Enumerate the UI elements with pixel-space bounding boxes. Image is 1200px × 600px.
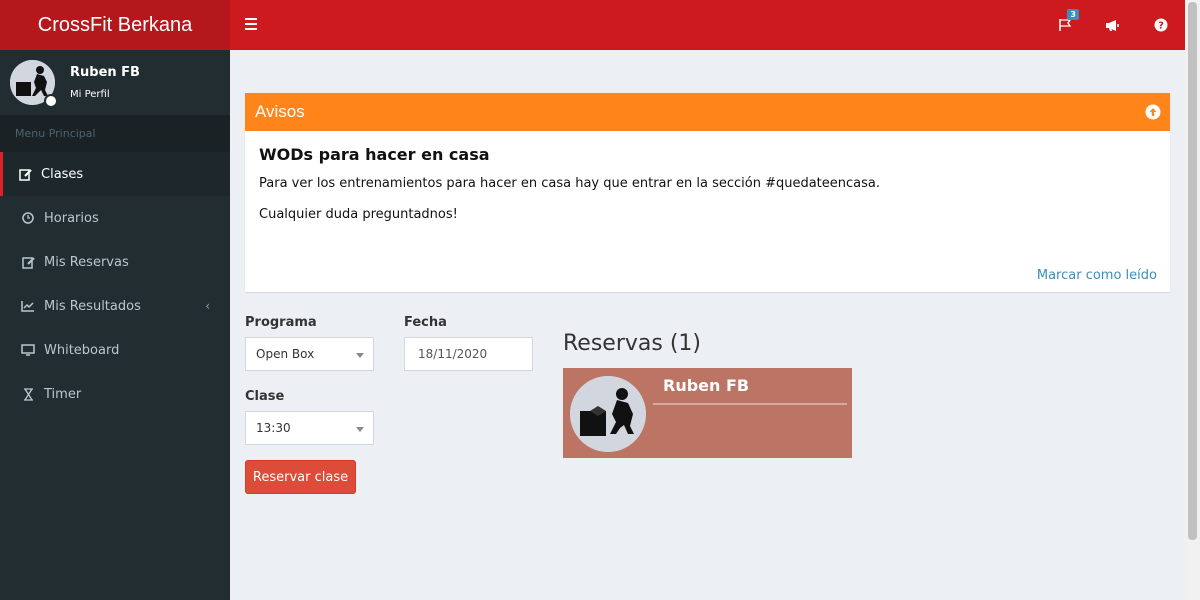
notifications-flag-icon[interactable]: 3 bbox=[1057, 9, 1079, 33]
user-name: Ruben FB bbox=[70, 65, 140, 80]
sidebar-item-horarios[interactable]: Horarios bbox=[0, 196, 230, 240]
caret-down-icon bbox=[356, 353, 364, 358]
profile-link[interactable]: Mi Perfil bbox=[70, 89, 140, 100]
clase-select[interactable]: 13:30 bbox=[245, 411, 374, 445]
notice-header: Avisos bbox=[245, 93, 1170, 131]
sidebar-item-label: Mis Reservas bbox=[44, 254, 129, 270]
line-chart-icon bbox=[21, 299, 35, 313]
notice-title: Avisos bbox=[255, 102, 305, 121]
monitor-icon bbox=[21, 343, 35, 357]
fecha-label: Fecha bbox=[404, 315, 447, 330]
scrollbar[interactable] bbox=[1185, 0, 1200, 600]
chevron-left-icon: ‹ bbox=[205, 299, 210, 313]
notice-heading: WODs para hacer en casa bbox=[259, 145, 490, 164]
sidebar: CrossFit Berkana Ruben FB Mi Perfil Menu… bbox=[0, 0, 230, 600]
fecha-value: 18/11/2020 bbox=[418, 347, 488, 361]
notice-text: Cualquier duda preguntadnos! bbox=[259, 207, 458, 222]
megaphone-icon[interactable] bbox=[1104, 17, 1120, 33]
main-content: Avisos WODs para hacer en casa Para ver … bbox=[230, 50, 1185, 600]
avatar bbox=[10, 60, 58, 108]
reservas-title: Reservas (1) bbox=[563, 331, 701, 356]
sidebar-item-label: Mis Resultados bbox=[44, 298, 141, 314]
status-dot-icon bbox=[44, 94, 58, 108]
sidebar-item-timer[interactable]: Timer bbox=[0, 372, 230, 416]
notice-box: Avisos WODs para hacer en casa Para ver … bbox=[245, 93, 1170, 292]
edit-icon bbox=[18, 167, 32, 181]
athlete-silhouette-icon bbox=[570, 376, 646, 452]
sidebar-item-mis-reservas[interactable]: Mis Reservas bbox=[0, 240, 230, 284]
menu-toggle-icon[interactable] bbox=[245, 18, 257, 30]
sidebar-item-label: Timer bbox=[44, 386, 82, 402]
reserva-card: Ruben FB bbox=[563, 368, 852, 458]
menu-header: Menu Principal bbox=[0, 115, 230, 152]
brand-logo[interactable]: CrossFit Berkana bbox=[0, 0, 230, 50]
hourglass-icon bbox=[21, 387, 35, 401]
sidebar-item-label: Clases bbox=[41, 166, 84, 182]
edit-icon bbox=[21, 255, 35, 269]
sidebar-item-label: Whiteboard bbox=[44, 342, 120, 358]
sidebar-item-mis-resultados[interactable]: Mis Resultados ‹ bbox=[0, 284, 230, 328]
user-panel: Ruben FB Mi Perfil bbox=[0, 50, 230, 115]
help-icon[interactable]: ? bbox=[1153, 17, 1169, 33]
notification-count-badge: 3 bbox=[1067, 9, 1079, 20]
mark-as-read-link[interactable]: Marcar como leído bbox=[1037, 268, 1157, 283]
fecha-input[interactable]: 18/11/2020 bbox=[404, 337, 533, 371]
reserva-name: Ruben FB bbox=[663, 376, 750, 395]
top-navbar: 3 ? bbox=[230, 0, 1185, 50]
notice-body: WODs para hacer en casa Para ver los ent… bbox=[245, 131, 1170, 252]
svg-text:?: ? bbox=[1158, 21, 1164, 32]
sidebar-item-whiteboard[interactable]: Whiteboard bbox=[0, 328, 230, 372]
divider bbox=[653, 403, 847, 405]
reservar-clase-button[interactable]: Reservar clase bbox=[245, 460, 356, 494]
programa-label: Programa bbox=[245, 315, 317, 330]
avatar bbox=[570, 376, 646, 452]
sidebar-item-clases[interactable]: Clases bbox=[0, 152, 230, 196]
sidebar-item-label: Horarios bbox=[44, 210, 99, 226]
clase-label: Clase bbox=[245, 389, 285, 404]
notice-text: Para ver los entrenamientos para hacer e… bbox=[259, 176, 880, 191]
caret-down-icon bbox=[356, 427, 364, 432]
scrollbar-thumb[interactable] bbox=[1188, 2, 1197, 540]
clase-value: 13:30 bbox=[256, 421, 291, 435]
collapse-arrow-up-icon[interactable] bbox=[1145, 104, 1161, 120]
programa-value: Open Box bbox=[256, 347, 315, 361]
programa-select[interactable]: Open Box bbox=[245, 337, 374, 371]
clock-icon bbox=[21, 211, 35, 225]
